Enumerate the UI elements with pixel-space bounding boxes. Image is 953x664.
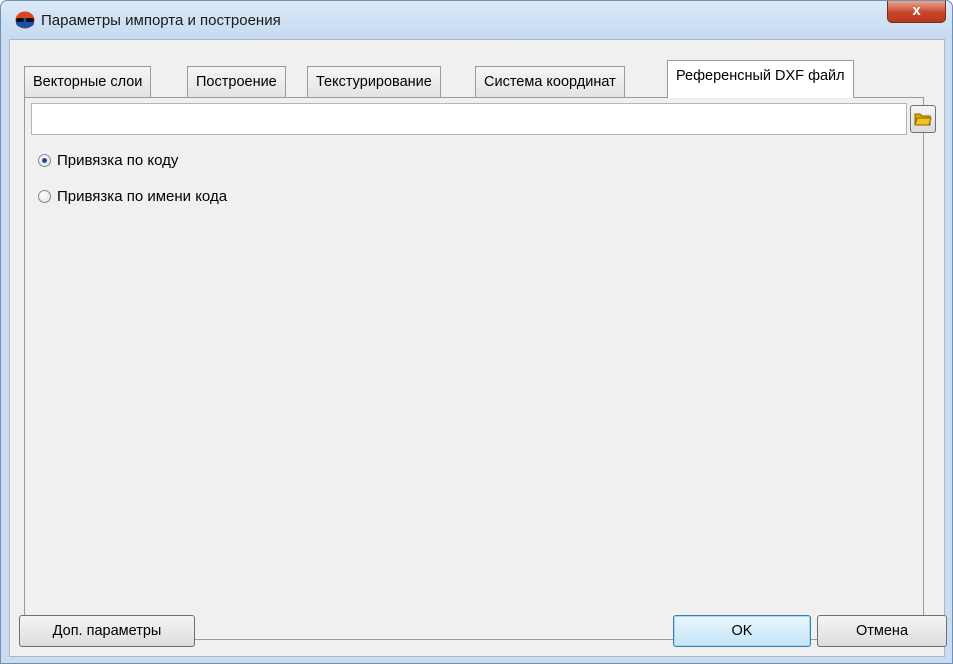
dialog-client-area: Векторные слои Построение Текстурировани… (9, 39, 945, 657)
radio-button-unchecked[interactable] (38, 190, 51, 203)
radio-label: Привязка по коду (57, 152, 179, 169)
close-button[interactable]: x (887, 1, 946, 23)
tab-label: Референсный DXF файл (676, 68, 845, 84)
browse-button[interactable] (910, 105, 936, 133)
tab-build[interactable]: Построение (187, 66, 286, 97)
window-title: Параметры импорта и построения (41, 12, 281, 29)
ok-button[interactable]: OK (673, 615, 811, 647)
cancel-button[interactable]: Отмена (817, 615, 947, 647)
radio-button-checked[interactable] (38, 154, 51, 167)
tab-label: Текстурирование (316, 74, 432, 90)
tab-label: Векторные слои (33, 74, 143, 90)
tab-texturing[interactable]: Текстурирование (307, 66, 441, 97)
tab-label: Система координат (484, 74, 616, 90)
dxf-path-input[interactable] (31, 103, 907, 135)
app-logo-icon (15, 11, 35, 29)
advanced-parameters-button[interactable]: Доп. параметры (19, 615, 195, 647)
tab-coordinate-system[interactable]: Система координат (475, 66, 625, 97)
folder-open-icon (914, 113, 932, 126)
title-bar[interactable]: Параметры импорта и построения x (1, 1, 952, 39)
tab-label: Построение (196, 74, 277, 90)
tab-vector-layers[interactable]: Векторные слои (24, 66, 152, 97)
tab-reference-dxf[interactable]: Референсный DXF файл (667, 60, 854, 98)
dialog-window: Параметры импорта и построения x Векторн… (0, 0, 953, 664)
radio-bind-by-code-name[interactable]: Привязка по имени кода (38, 188, 227, 205)
radio-label: Привязка по имени кода (57, 188, 228, 205)
tab-content-pane (24, 97, 924, 640)
radio-bind-by-code[interactable]: Привязка по коду (38, 152, 178, 169)
close-icon: x (912, 2, 921, 19)
